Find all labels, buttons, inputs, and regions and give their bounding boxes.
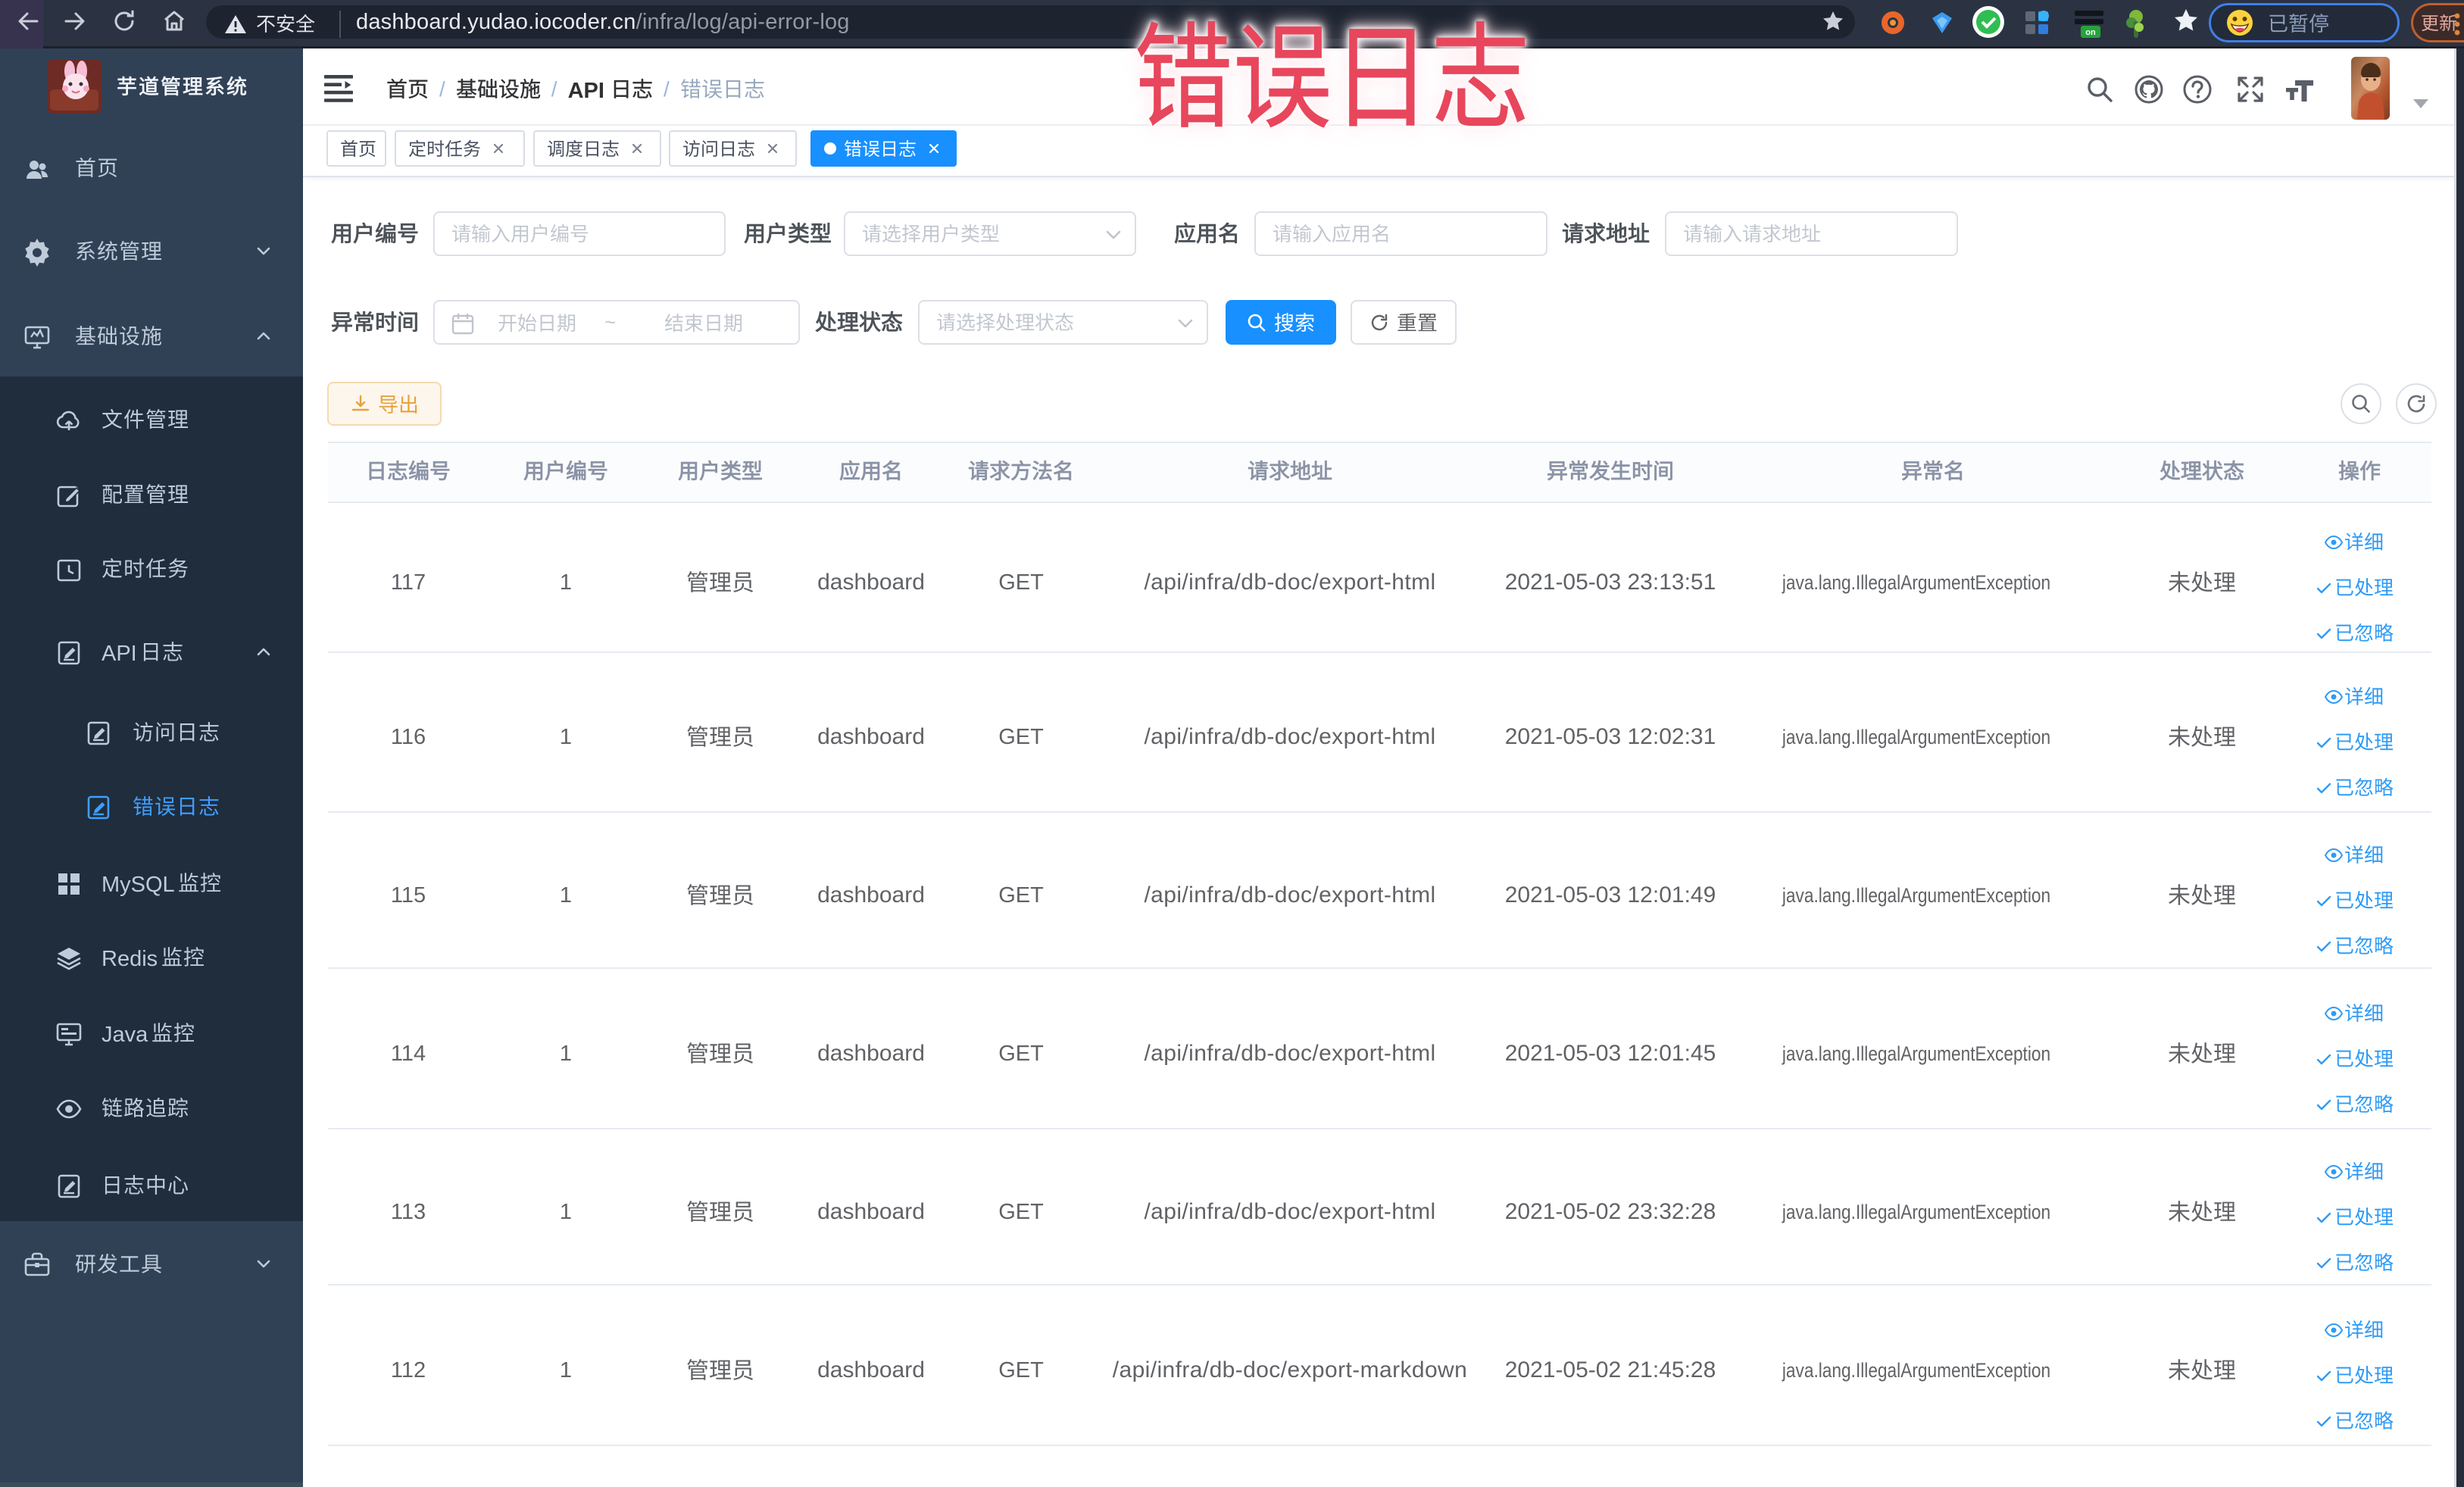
svg-text:on: on bbox=[2085, 28, 2096, 37]
